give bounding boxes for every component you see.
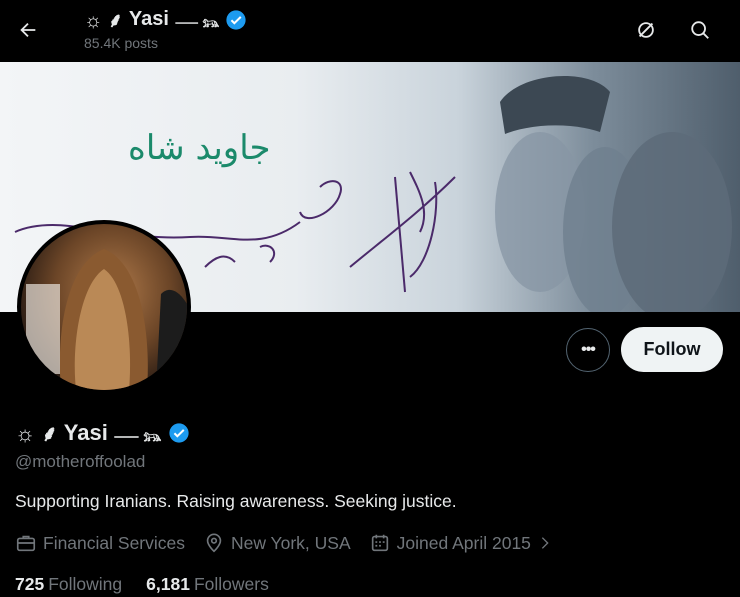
profile-name-suffix: ⸺ 𓃬	[113, 427, 162, 445]
header-name-prefix: ☼ ⸙	[84, 10, 123, 32]
calendar-icon	[371, 534, 388, 552]
followers-label: Followers	[193, 574, 269, 594]
posts-count: 85.4K posts	[84, 35, 158, 51]
chevron-right-icon	[541, 537, 549, 549]
profile-meta: Financial Services New York, USA Joined …	[15, 532, 571, 554]
category-label: Financial Services	[43, 532, 185, 553]
grok-icon	[638, 22, 654, 38]
profile-bio: Supporting Iranians. Raising awareness. …	[15, 491, 457, 511]
briefcase-icon	[16, 535, 36, 552]
profile-stats: 725 Following 6,181 Followers	[15, 574, 269, 595]
following-count: 725	[15, 574, 45, 594]
following-link[interactable]: 725 Following	[15, 574, 122, 595]
profile-avatar[interactable]	[17, 220, 191, 394]
joined-item[interactable]: Joined April 2015	[369, 532, 553, 554]
profile-name-prefix: ☼ ⸙	[15, 421, 58, 446]
top-bar: ☼ ⸙ Yasi ⸺ 𓃬 85.4K posts	[0, 0, 740, 62]
more-options-button[interactable]: •••	[566, 328, 610, 372]
search-icon	[691, 21, 709, 39]
search-button[interactable]	[682, 12, 718, 48]
avatar-image	[26, 249, 187, 390]
header-name-suffix: ⸺ 𓃬	[174, 13, 220, 30]
back-button[interactable]	[10, 12, 46, 48]
location-pin-icon	[206, 533, 222, 553]
back-arrow-icon	[20, 22, 36, 38]
category-item: Financial Services	[15, 532, 185, 554]
followers-count: 6,181	[146, 574, 190, 594]
header-title: ☼ ⸙ Yasi ⸺ 𓃬 85.4K posts	[84, 6, 247, 51]
grok-button[interactable]	[628, 12, 664, 48]
following-label: Following	[48, 574, 123, 594]
verified-badge-icon	[226, 9, 247, 30]
more-options-icon: •••	[581, 341, 596, 358]
profile-display-name: Yasi	[63, 420, 108, 445]
follow-button[interactable]: Follow	[621, 327, 723, 372]
profile-handle: @motheroffoolad	[15, 452, 146, 471]
location-label: New York, USA	[231, 532, 351, 553]
header-name: Yasi	[128, 8, 169, 30]
profile-name: ☼ ⸙ Yasi ⸺ 𓃬	[15, 418, 190, 448]
verified-badge-icon[interactable]	[168, 422, 190, 444]
location-item: New York, USA	[203, 532, 351, 554]
joined-label: Joined April 2015	[396, 532, 531, 553]
followers-link[interactable]: 6,181 Followers	[146, 574, 269, 595]
